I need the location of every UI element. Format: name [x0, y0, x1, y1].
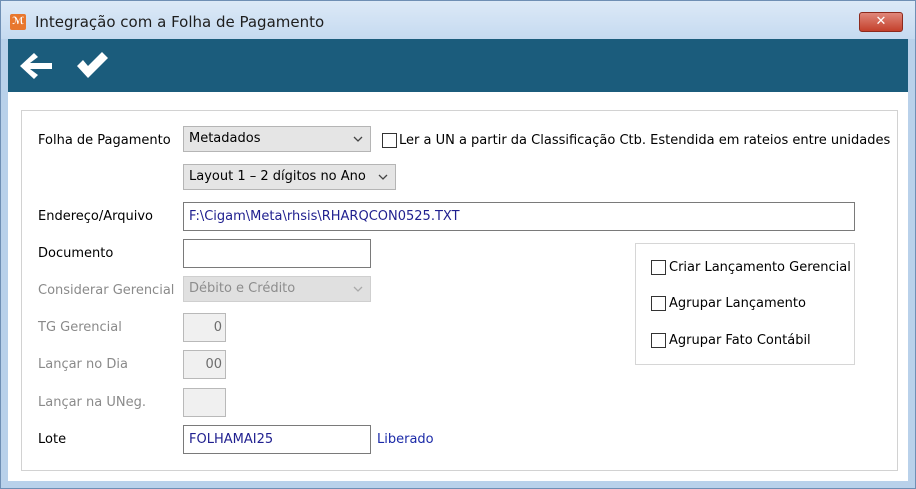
title-bar[interactable]: ℳ Integração com a Folha de Pagamento ✕	[1, 1, 915, 39]
close-button[interactable]: ✕	[859, 12, 903, 32]
documento-label: Documento	[38, 246, 114, 261]
endereco-label: Endereço/Arquivo	[38, 209, 154, 224]
fato-label: Agrupar Fato Contábil	[669, 333, 811, 348]
dialog-window: ℳ Integração com a Folha de Pagamento ✕ …	[0, 0, 916, 489]
considerar-select[interactable]: Débito e Crédito	[183, 276, 371, 302]
fato-checkbox[interactable]	[651, 333, 666, 348]
ler-un-checkbox[interactable]	[382, 133, 397, 148]
dia-label: Lançar no Dia	[38, 357, 128, 372]
form-panel: Folha de Pagamento Metadados Ler a UN a …	[8, 92, 908, 481]
lote-status-link[interactable]: Liberado	[377, 432, 434, 447]
folha-select[interactable]: Metadados	[183, 126, 371, 152]
back-button[interactable]	[16, 49, 56, 83]
criar-label: Criar Lançamento Gerencial	[669, 260, 851, 275]
folha-label: Folha de Pagamento	[38, 133, 171, 148]
tg-label: TG Gerencial	[38, 320, 122, 335]
layout-select[interactable]: Layout 1 – 2 dígitos no Ano	[183, 164, 396, 190]
chevron-down-icon	[378, 174, 388, 180]
endereco-input[interactable]: F:\Cigam\Meta\rhsis\RHARQCON0525.TXT	[183, 202, 855, 231]
chevron-down-icon	[353, 136, 363, 142]
options-group: Criar Lançamento Gerencial Agrupar Lança…	[635, 243, 855, 365]
chevron-down-icon	[353, 286, 363, 292]
uneg-label: Lançar na UNeg.	[38, 395, 146, 410]
layout-select-value: Layout 1 – 2 dígitos no Ano	[189, 169, 366, 184]
checkmark-icon	[77, 52, 108, 78]
considerar-label: Considerar Gerencial	[38, 283, 175, 298]
considerar-select-value: Débito e Crédito	[189, 281, 296, 296]
ler-un-label: Ler a UN a partir da Classificação Ctb. …	[399, 133, 891, 148]
lote-input[interactable]: FOLHAMAI25	[183, 425, 371, 454]
window-title: Integração com a Folha de Pagamento	[35, 13, 325, 31]
confirm-button[interactable]	[72, 49, 112, 83]
documento-input[interactable]	[183, 239, 371, 268]
toolbar	[8, 39, 908, 92]
uneg-input[interactable]	[183, 388, 226, 417]
dia-input[interactable]: 00	[183, 350, 226, 379]
criar-checkbox[interactable]	[651, 260, 666, 275]
agrupar-label: Agrupar Lançamento	[669, 296, 806, 311]
app-logo-icon: ℳ	[10, 14, 26, 30]
tg-input[interactable]: 0	[183, 313, 226, 342]
arrow-left-icon	[20, 53, 52, 79]
lote-label: Lote	[38, 432, 67, 447]
folha-select-value: Metadados	[189, 131, 261, 146]
agrupar-checkbox[interactable]	[651, 296, 666, 311]
